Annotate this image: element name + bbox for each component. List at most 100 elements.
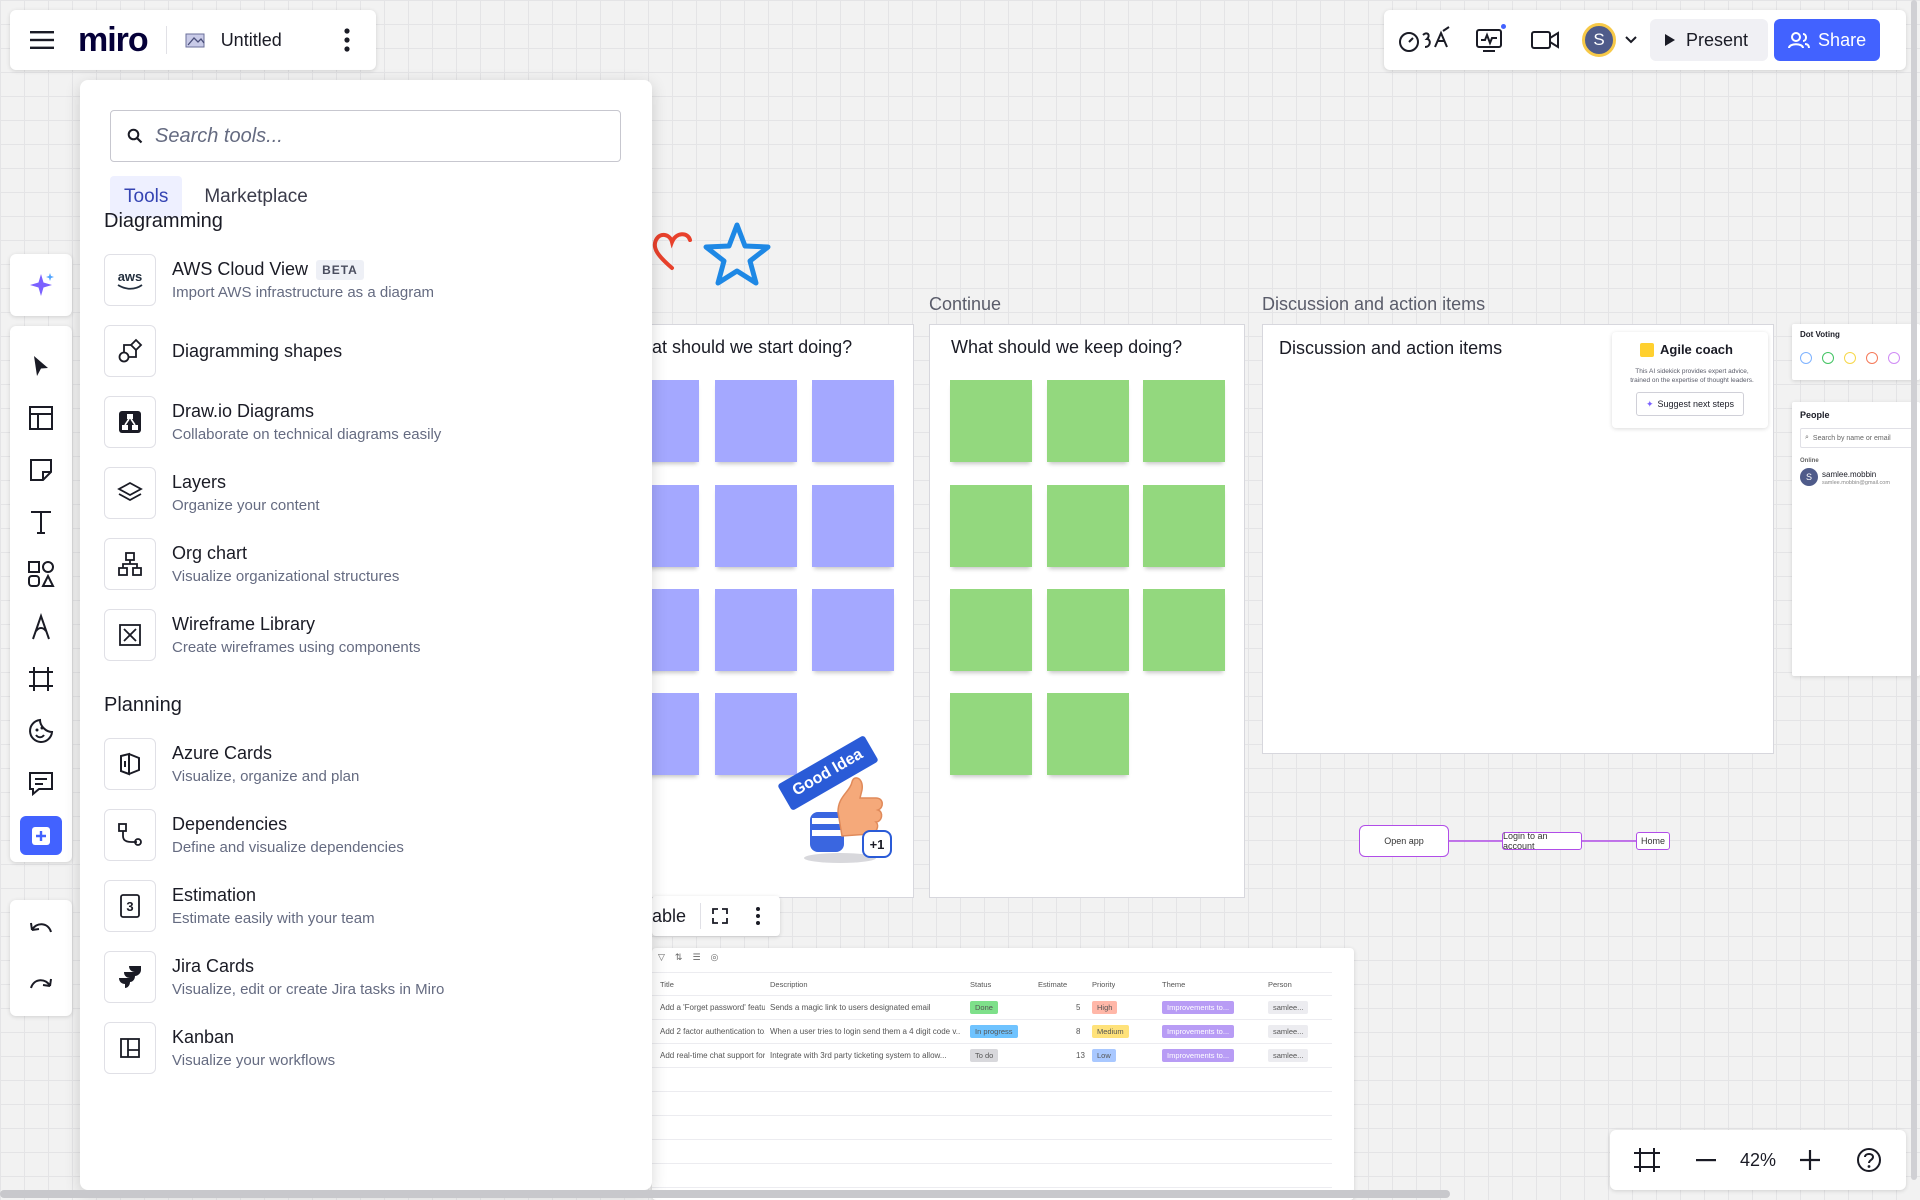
stickers-tool[interactable] [18, 705, 64, 757]
zoom-in-button[interactable] [1785, 1138, 1835, 1182]
empty-table-row[interactable] [652, 1140, 1332, 1164]
empty-table-row[interactable] [652, 1116, 1332, 1140]
theme-badge[interactable]: Improvements to... [1162, 1049, 1235, 1062]
board-options-button[interactable] [332, 20, 362, 60]
tool-item-estimation[interactable]: 3 Estimation Estimate easily with your tea… [104, 878, 624, 934]
present-button[interactable]: Present [1650, 19, 1769, 61]
chevron-down-icon[interactable] [1624, 35, 1638, 45]
vote-dot[interactable] [1822, 352, 1834, 364]
table-more-icon[interactable] [739, 906, 777, 926]
frame-tool[interactable] [18, 653, 64, 705]
tool-item-kanban[interactable]: Kanban Visualize your workflows [104, 1020, 624, 1076]
keep-sticky-note[interactable] [1047, 693, 1129, 775]
flow-node-login[interactable]: Login to an account [1502, 831, 1582, 851]
select-tool[interactable] [18, 340, 64, 392]
sticky-note-tool[interactable] [18, 444, 64, 496]
start-sticky-note[interactable] [715, 589, 797, 671]
keep-sticky-note[interactable] [1143, 485, 1225, 567]
share-button[interactable]: Share [1774, 19, 1881, 61]
person-chip[interactable]: samlee... [1268, 1001, 1309, 1014]
shapes-tool[interactable] [18, 548, 64, 600]
table-row[interactable]: Add real-time chat support for... Integra… [652, 1044, 1332, 1068]
heart-sticker-icon[interactable] [648, 226, 696, 274]
cell-estimate[interactable]: 13 [1076, 1051, 1085, 1060]
person-chip[interactable]: samlee... [1268, 1025, 1309, 1038]
status-badge[interactable]: To do [970, 1049, 999, 1062]
table-row[interactable]: Add a 'Forget password' featur... Sends a… [652, 996, 1332, 1020]
keep-sticky-note[interactable] [950, 380, 1032, 462]
priority-badge[interactable]: High [1092, 1001, 1118, 1014]
activity-button[interactable] [1464, 18, 1514, 62]
cell-estimate[interactable]: 5 [1076, 1003, 1080, 1012]
start-sticky-note[interactable] [812, 485, 894, 567]
star-sticker-icon[interactable] [702, 220, 772, 290]
column-header[interactable]: Estimate [1038, 980, 1067, 989]
cell-description[interactable]: When a user tries to login send them a 4… [770, 1027, 960, 1036]
vote-dot[interactable] [1800, 352, 1812, 364]
undo-button[interactable] [18, 906, 64, 954]
empty-table-row[interactable] [652, 1164, 1332, 1188]
tool-item-diagramming-shapes[interactable]: Diagramming shapes [104, 323, 624, 379]
column-header[interactable]: Status [970, 980, 991, 989]
column-header[interactable]: Title [660, 980, 674, 989]
dot-voting-widget[interactable]: Dot Voting [1792, 324, 1920, 380]
suggest-next-steps-button[interactable]: ✦ Suggest next steps [1636, 392, 1744, 416]
ai-sparkle-icon[interactable] [27, 271, 55, 299]
reactions-button[interactable] [1392, 18, 1458, 62]
sort-icon[interactable]: ⇅ [675, 952, 683, 963]
expand-icon[interactable] [701, 907, 739, 925]
keep-sticky-note[interactable] [1143, 380, 1225, 462]
user-menu[interactable]: S [1576, 23, 1644, 57]
more-tools-button[interactable] [20, 815, 62, 856]
tool-item-layers[interactable]: Layers Organize your content [104, 465, 624, 521]
keep-sticky-note[interactable] [950, 693, 1032, 775]
vote-dot[interactable] [1888, 352, 1900, 364]
keep-sticky-note[interactable] [950, 589, 1032, 671]
column-header[interactable]: Description [770, 980, 808, 989]
tool-item-dependencies[interactable]: Dependencies Define and visualize depende… [104, 807, 624, 863]
column-header[interactable]: Person [1268, 980, 1292, 989]
status-badge[interactable]: Done [970, 1001, 998, 1014]
reaction-count-badge[interactable]: +1 [862, 830, 892, 858]
column-header[interactable]: Priority [1092, 980, 1115, 989]
help-button[interactable] [1844, 1138, 1894, 1182]
tool-item-jira-cards[interactable]: Jira Cards Visualize, edit or create Jira… [104, 949, 624, 1005]
agile-coach-card[interactable]: Agile coach This AI sidekick provides ex… [1612, 332, 1768, 428]
board-title[interactable]: Untitled [221, 30, 282, 51]
start-sticky-note[interactable] [812, 380, 894, 462]
status-badge[interactable]: In progress [970, 1025, 1018, 1038]
flow-node-open-app[interactable]: Open app [1359, 825, 1449, 857]
start-sticky-note[interactable] [715, 380, 797, 462]
keep-sticky-note[interactable] [1047, 485, 1129, 567]
templates-tool[interactable] [18, 392, 64, 444]
cell-description[interactable]: Integrate with 3rd party ticketing syste… [770, 1051, 960, 1060]
flow-node-home[interactable]: Home [1636, 832, 1670, 850]
cell-title[interactable]: Add a 'Forget password' featur... [660, 1003, 765, 1012]
people-search-input[interactable]: ⌕ Search by name or email [1800, 428, 1916, 448]
start-sticky-note[interactable] [812, 589, 894, 671]
keep-sticky-note[interactable] [1143, 589, 1225, 671]
cell-title[interactable]: Add 2 factor authentication to... [660, 1027, 765, 1036]
priority-badge[interactable]: Medium [1092, 1025, 1129, 1038]
table-row[interactable]: Add 2 factor authentication to... When a … [652, 1020, 1332, 1044]
person-chip[interactable]: samlee... [1268, 1049, 1309, 1062]
empty-table-row[interactable] [652, 1068, 1332, 1092]
horizontal-scrollbar[interactable] [0, 1190, 1450, 1198]
start-sticky-note[interactable] [715, 485, 797, 567]
empty-table-row[interactable] [652, 1092, 1332, 1116]
zoom-level[interactable]: 42% [1740, 1150, 1776, 1171]
cell-description[interactable]: Sends a magic link to users designated e… [770, 1003, 960, 1012]
theme-badge[interactable]: Improvements to... [1162, 1001, 1235, 1014]
tool-item-aws-cloud-view[interactable]: aws AWS Cloud View BETA Import AWS infrastr… [104, 252, 624, 308]
text-tool[interactable] [18, 496, 64, 548]
main-menu-button[interactable] [20, 18, 64, 62]
current-user-avatar[interactable]: S [1582, 23, 1616, 57]
theme-badge[interactable]: Improvements to... [1162, 1025, 1235, 1038]
column-header[interactable]: Theme [1162, 980, 1185, 989]
comment-tool[interactable] [18, 757, 64, 809]
vertical-scrollbar[interactable] [1911, 0, 1917, 1180]
data-table[interactable]: ▽ ⇅ ☰ ◎ Title Description Status Estimate Prior… [652, 948, 1354, 1200]
cell-estimate[interactable]: 8 [1076, 1027, 1080, 1036]
video-call-button[interactable] [1520, 18, 1570, 62]
zoom-out-button[interactable] [1681, 1138, 1731, 1182]
